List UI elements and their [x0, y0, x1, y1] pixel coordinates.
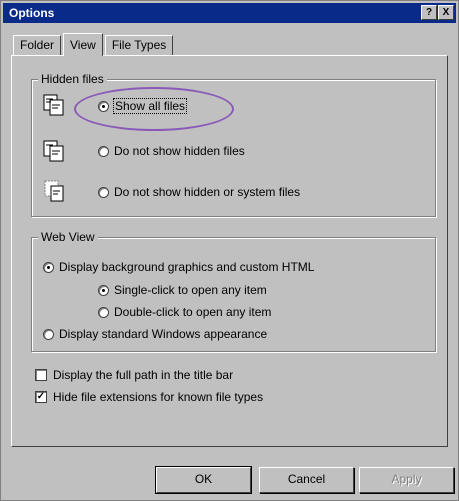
- radio-button[interactable]: [98, 145, 109, 157]
- tab-strip: Folder View File Types: [13, 33, 175, 56]
- help-button[interactable]: ?: [421, 5, 437, 20]
- apply-button-label: Apply: [391, 472, 422, 486]
- hide-system-files-label: Do not show hidden or system files: [114, 185, 301, 199]
- checkbox-hide-extensions[interactable]: ✓ Hide file extensions for known file ty…: [35, 390, 263, 404]
- ok-button-label: OK: [194, 472, 213, 486]
- apply-button[interactable]: Apply: [359, 467, 454, 493]
- single-click-label: Single-click to open any item: [114, 283, 267, 297]
- radio-single-click[interactable]: Single-click to open any item: [98, 283, 267, 297]
- web-view-group-label: Web View: [38, 230, 98, 244]
- custom-html-label: Display background graphics and custom H…: [59, 260, 315, 274]
- radio-button[interactable]: [98, 306, 109, 318]
- radio-button[interactable]: [98, 284, 109, 296]
- hide-extensions-checkbox[interactable]: ✓: [35, 391, 47, 403]
- checkbox-full-path[interactable]: Display the full path in the title bar: [35, 368, 233, 382]
- title-bar: Options ? X: [3, 3, 456, 23]
- title-buttons: ? X: [421, 5, 454, 20]
- ok-button[interactable]: OK: [155, 466, 252, 494]
- tab-file-types[interactable]: File Types: [104, 35, 174, 55]
- tab-view[interactable]: View: [63, 33, 103, 56]
- double-click-label: Double-click to open any item: [114, 305, 272, 319]
- hidden-files-group-label: Hidden files: [38, 72, 107, 86]
- system-files-icon: [44, 180, 64, 202]
- hide-extensions-label: Hide file extensions for known file type…: [53, 390, 264, 404]
- radio-button[interactable]: [98, 186, 109, 198]
- radio-button[interactable]: [43, 328, 54, 340]
- close-button[interactable]: X: [438, 5, 454, 20]
- cancel-button[interactable]: Cancel: [259, 467, 354, 493]
- standard-appearance-label: Display standard Windows appearance: [59, 327, 268, 341]
- radio-double-click[interactable]: Double-click to open any item: [98, 305, 271, 319]
- highlight-oval: [74, 87, 234, 131]
- options-dialog: Options ? X Folder View File Types Hidde…: [0, 0, 459, 501]
- radio-custom-html[interactable]: Display background graphics and custom H…: [43, 260, 314, 274]
- radio-button[interactable]: [43, 261, 54, 273]
- hide-hidden-files-label: Do not show hidden files: [114, 144, 245, 158]
- radio-hide-hidden-files[interactable]: Do not show hidden files: [98, 144, 245, 158]
- radio-standard-appearance[interactable]: Display standard Windows appearance: [43, 327, 267, 341]
- radio-hide-system-files[interactable]: Do not show hidden or system files: [98, 185, 300, 199]
- all-files-icon: [43, 94, 64, 116]
- cancel-button-label: Cancel: [287, 472, 326, 486]
- full-path-label: Display the full path in the title bar: [53, 368, 234, 382]
- full-path-checkbox[interactable]: [35, 369, 47, 381]
- normal-files-icon: [43, 140, 64, 162]
- tab-folder[interactable]: Folder: [13, 35, 62, 55]
- window-title: Options: [9, 6, 55, 20]
